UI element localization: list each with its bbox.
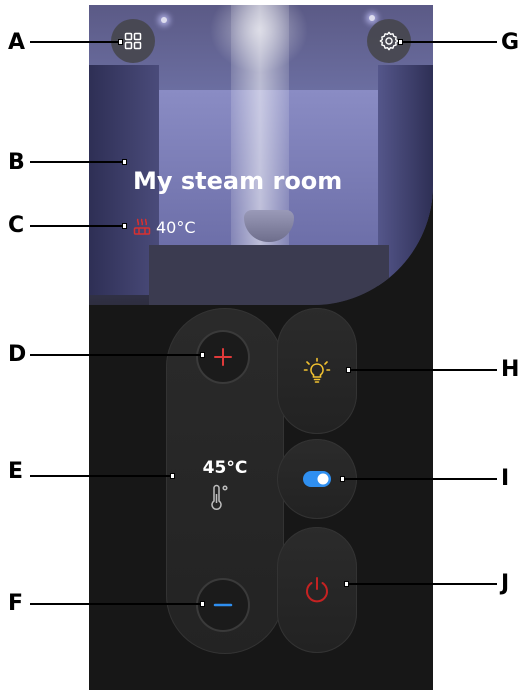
callout-b: B	[8, 150, 25, 175]
callout-line-f	[30, 601, 205, 607]
callout-i: I	[501, 466, 510, 491]
room-name: My steam room	[133, 167, 343, 195]
current-temperature: 40°C	[156, 217, 196, 237]
callout-h: H	[501, 357, 520, 382]
power-icon	[306, 577, 328, 603]
callout-line-e	[30, 473, 175, 479]
ceiling-light	[161, 17, 167, 23]
light-button[interactable]	[277, 308, 357, 434]
callout-line-g	[398, 39, 497, 45]
increase-temperature-button[interactable]	[198, 332, 248, 382]
plus-icon	[214, 348, 232, 366]
target-temperature: 45°C	[202, 458, 248, 478]
ceiling-light	[369, 15, 375, 21]
room-status: 40°C	[133, 217, 196, 237]
gear-icon	[379, 31, 399, 51]
callout-e: E	[8, 459, 24, 484]
steam-heater-icon	[133, 218, 151, 235]
callout-line-i	[340, 476, 497, 482]
callout-a: A	[8, 30, 26, 55]
thermometer-icon	[211, 484, 228, 510]
toggle-icon	[303, 471, 331, 487]
callout-line-d	[30, 352, 205, 358]
light-bulb-icon	[303, 357, 331, 383]
callout-g: G	[501, 30, 520, 55]
steam-room-app-screen: My steam room 40°C 45°C	[89, 5, 433, 690]
callout-d: D	[8, 342, 27, 367]
callout-c: C	[8, 213, 25, 238]
callout-line-c	[30, 223, 127, 229]
grid-icon	[124, 32, 142, 50]
callout-line-a	[30, 39, 123, 45]
callout-line-h	[346, 367, 497, 373]
decrease-temperature-button[interactable]	[198, 580, 248, 630]
callout-line-b	[30, 159, 127, 165]
room-floor	[149, 245, 389, 305]
minus-icon	[213, 603, 233, 607]
callout-f: F	[8, 591, 24, 616]
callout-line-j	[344, 581, 497, 587]
power-button[interactable]	[277, 527, 357, 653]
callout-j: J	[501, 571, 510, 596]
